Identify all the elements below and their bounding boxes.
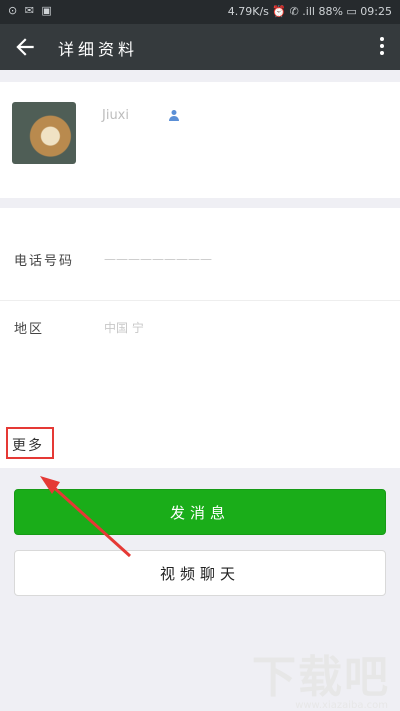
profile-name: Jiuxi — [102, 108, 129, 123]
page-title: 详细资料 — [58, 40, 139, 59]
status-right-info: 4.79K/s ⏰ ✆ .ill 88% ▭ 09:25 — [227, 5, 392, 18]
watermark-url: www.xiazaiba.com — [295, 700, 388, 711]
phone-value: ————————— — [104, 252, 212, 266]
status-left-icons: ⊙ ✉ ▣ — [8, 4, 54, 17]
video-call-button[interactable]: 视频聊天 — [14, 550, 386, 596]
back-arrow-icon[interactable] — [12, 34, 38, 60]
region-label: 地区 — [14, 322, 45, 337]
region-section — [0, 300, 400, 415]
send-message-button[interactable]: 发消息 — [14, 489, 386, 535]
avatar[interactable] — [12, 102, 76, 164]
more-item[interactable]: 更多 — [6, 427, 54, 459]
region-value: 中国 宁 — [104, 321, 144, 335]
more-section[interactable] — [0, 414, 400, 468]
person-icon — [169, 110, 179, 121]
phone-label: 电话号码 — [14, 254, 75, 269]
watermark-logo: 下载吧 — [252, 652, 390, 703]
more-menu-icon[interactable] — [378, 34, 386, 60]
status-bar: ⊙ ✉ ▣ 4.79K/s ⏰ ✆ .ill 88% ▭ 09:25 — [0, 0, 400, 24]
app-bar: 详细资料 — [0, 24, 400, 70]
